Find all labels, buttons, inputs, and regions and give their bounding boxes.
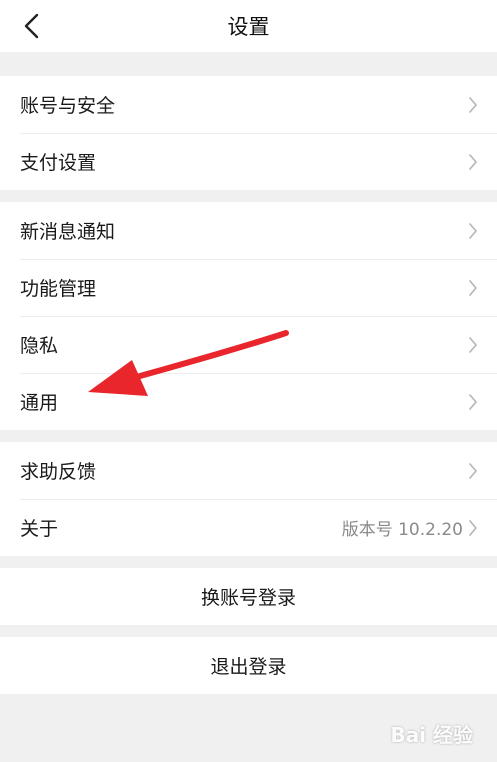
settings-item-label: 求助反馈 xyxy=(20,461,97,483)
chevron-right-icon xyxy=(467,462,479,480)
chevron-right-icon xyxy=(467,153,479,171)
switch-account-label: 换账号登录 xyxy=(200,587,296,609)
section-spacer xyxy=(0,430,497,442)
settings-screen: 设置 账号与安全 支付设置 新消息通知 功能管理 隐私 通用 求助反馈 关于 版… xyxy=(0,0,497,762)
settings-item-account-security[interactable]: 账号与安全 xyxy=(0,76,497,133)
settings-item-features[interactable]: 功能管理 xyxy=(0,259,497,316)
version-text: 版本号 10.2.20 xyxy=(341,520,463,540)
settings-group-general: 新消息通知 功能管理 隐私 通用 xyxy=(0,202,497,430)
settings-item-privacy[interactable]: 隐私 xyxy=(0,316,497,373)
settings-item-notifications[interactable]: 新消息通知 xyxy=(0,202,497,259)
page-title: 设置 xyxy=(227,15,270,39)
section-spacer xyxy=(0,625,497,637)
section-spacer xyxy=(0,52,497,76)
logout-button[interactable]: 退出登录 xyxy=(0,637,497,694)
settings-item-label: 新消息通知 xyxy=(20,221,116,243)
settings-item-payment[interactable]: 支付设置 xyxy=(0,133,497,190)
settings-group-help: 求助反馈 关于 版本号 10.2.20 xyxy=(0,442,497,556)
chevron-left-icon xyxy=(24,13,39,39)
back-button[interactable] xyxy=(14,8,50,44)
chevron-right-icon xyxy=(467,279,479,297)
settings-item-label: 账号与安全 xyxy=(20,95,116,117)
chevron-right-icon xyxy=(467,393,479,411)
chevron-right-icon xyxy=(467,222,479,240)
settings-item-about[interactable]: 关于 版本号 10.2.20 xyxy=(0,499,497,556)
settings-item-feedback[interactable]: 求助反馈 xyxy=(0,442,497,499)
settings-item-label: 通用 xyxy=(20,392,59,414)
logout-label: 退出登录 xyxy=(210,656,287,678)
settings-item-label: 功能管理 xyxy=(20,278,97,300)
settings-item-label: 隐私 xyxy=(20,335,59,357)
section-spacer xyxy=(0,190,497,202)
settings-item-label: 关于 xyxy=(20,518,59,540)
chevron-right-icon xyxy=(467,519,479,537)
settings-item-general[interactable]: 通用 xyxy=(0,373,497,430)
section-spacer xyxy=(0,556,497,568)
settings-group-account: 账号与安全 支付设置 xyxy=(0,76,497,190)
watermark-text: Bai 经验 xyxy=(390,723,473,747)
chevron-right-icon xyxy=(467,96,479,114)
settings-item-label: 支付设置 xyxy=(20,152,97,174)
chevron-right-icon xyxy=(467,336,479,354)
switch-account-button[interactable]: 换账号登录 xyxy=(0,568,497,625)
baidu-watermark: Bai 经验 xyxy=(390,719,473,748)
nav-bar: 设置 xyxy=(0,0,497,52)
